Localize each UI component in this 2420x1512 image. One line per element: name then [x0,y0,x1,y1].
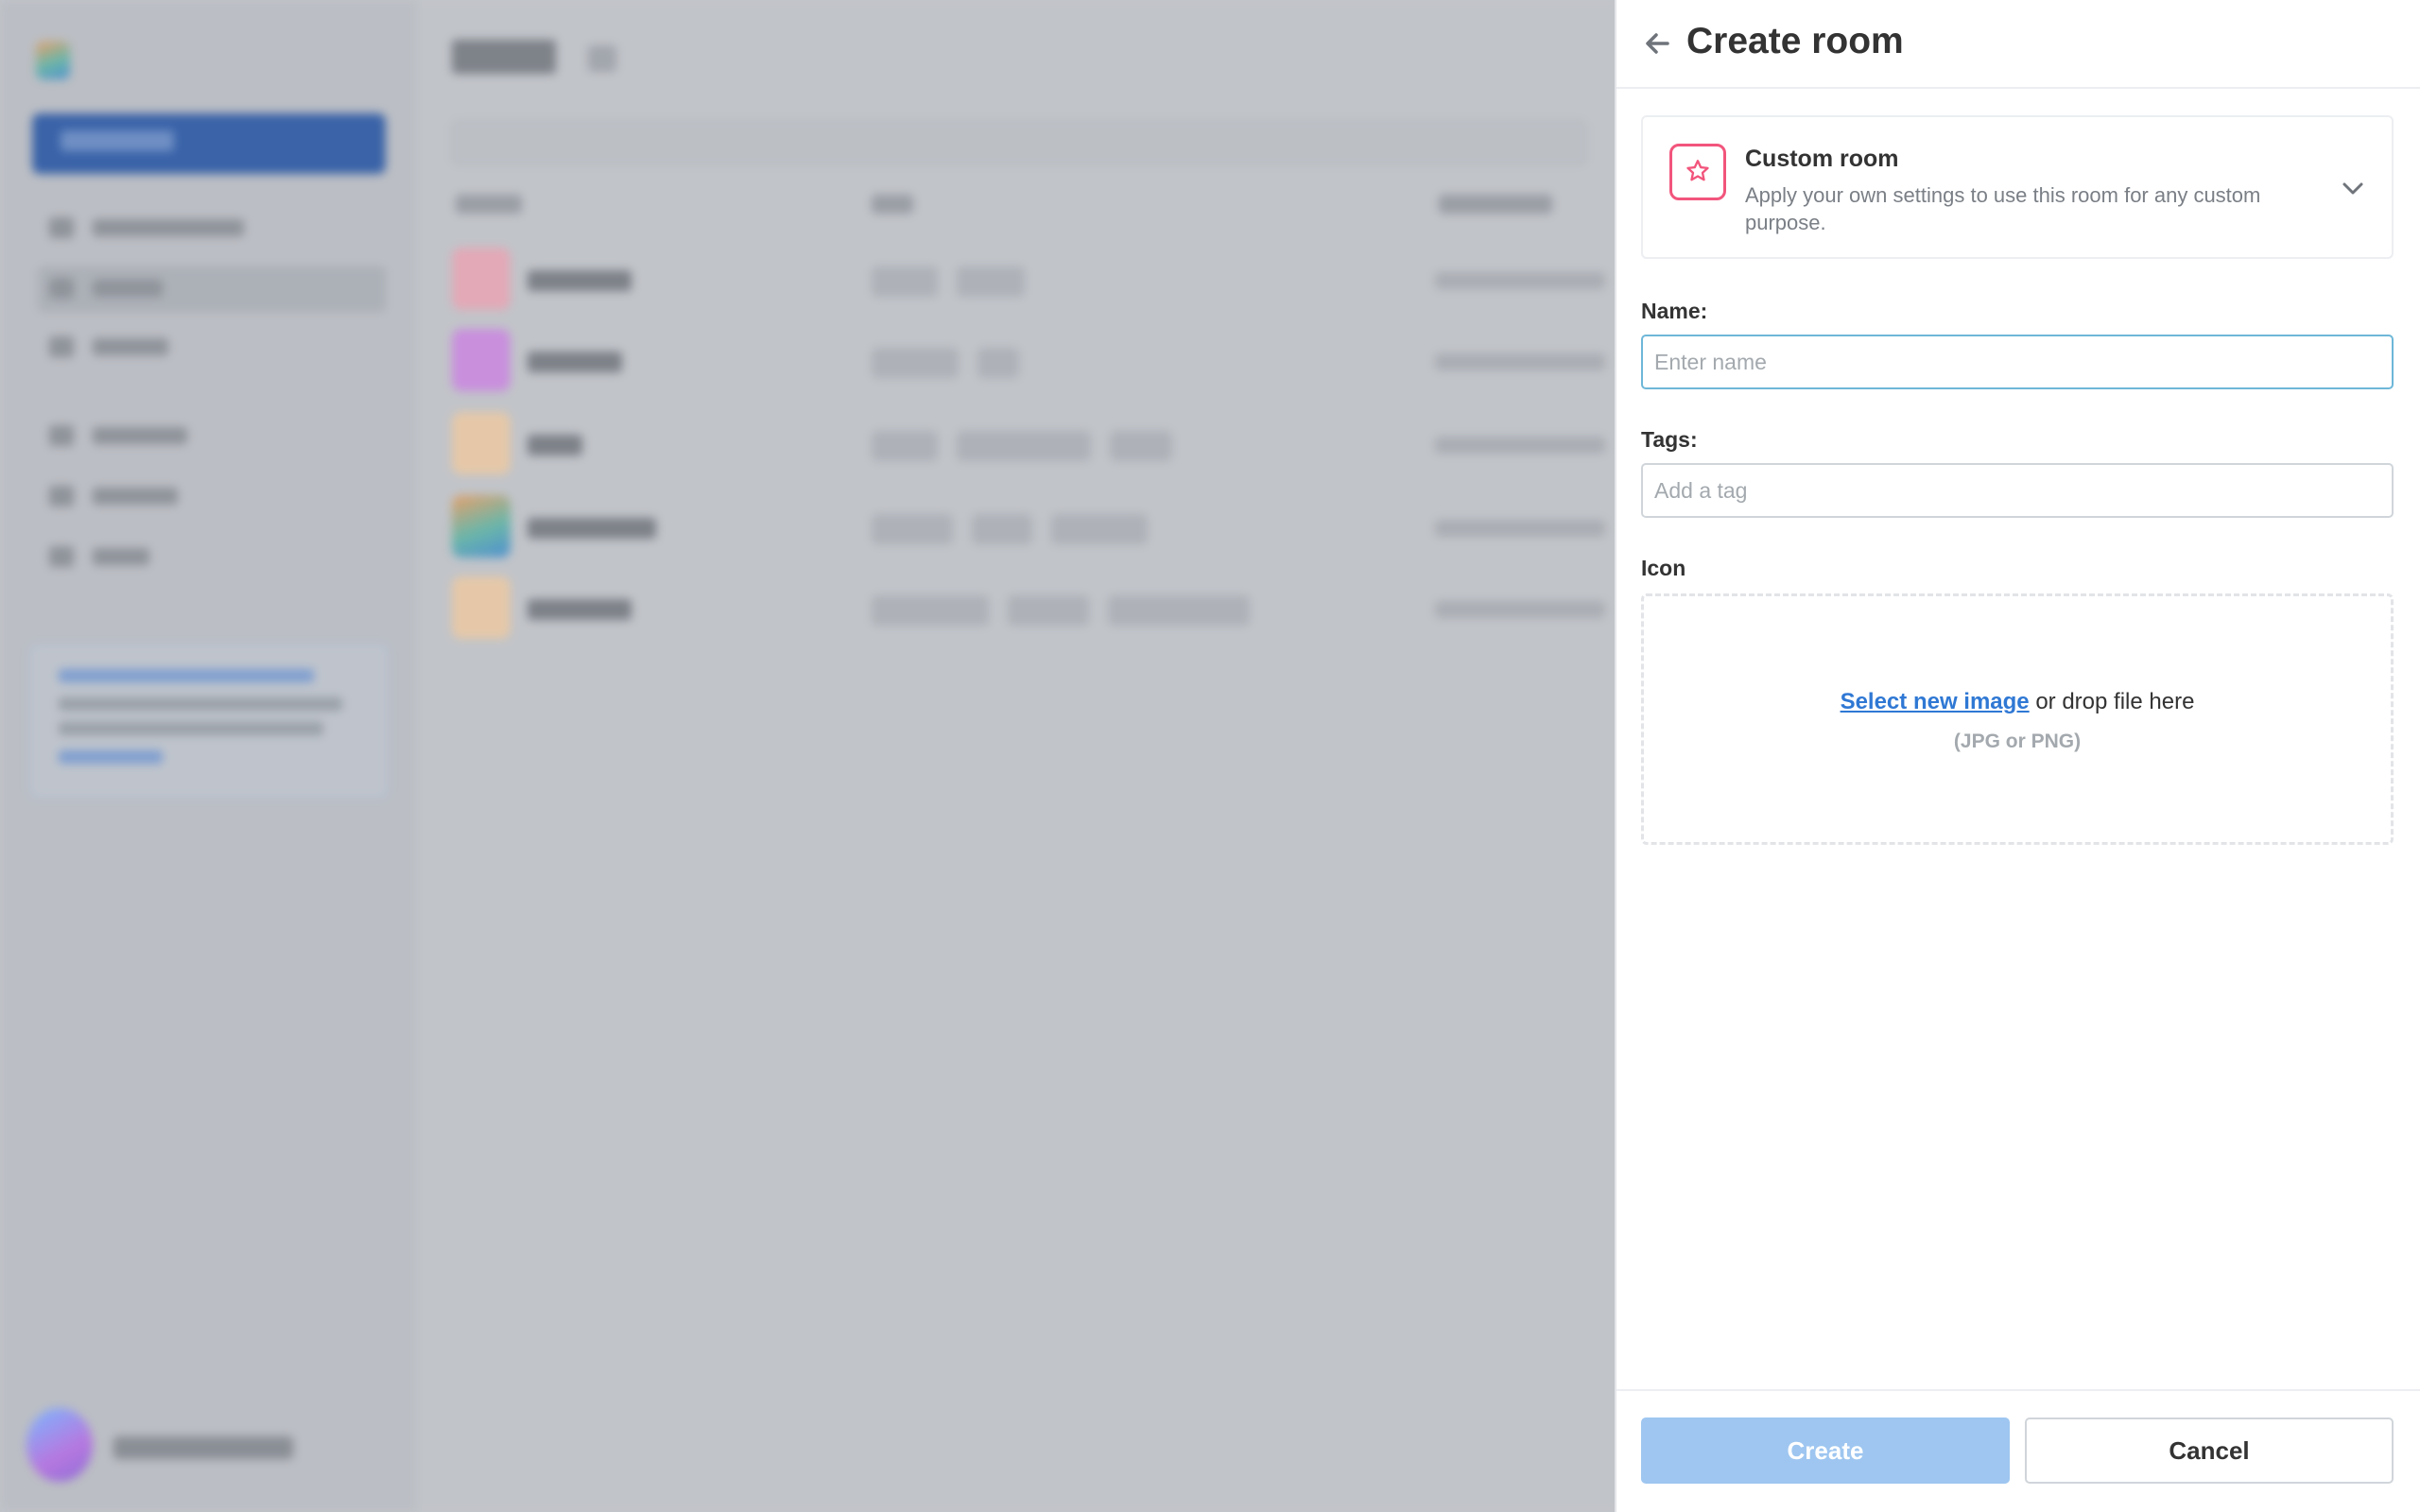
background-profile-name [113,1436,293,1459]
icon-dropzone[interactable]: Select new image or drop file here (JPG … [1641,593,2394,845]
app-logo-icon [36,42,70,79]
background-new-button [32,113,386,174]
room-type-description: Apply your own settings to use this room… [1745,183,2261,234]
background-sidebar [0,0,416,1512]
background-table-row [452,495,1605,561]
app-logo-wordmark [87,45,389,74]
background-avatar [26,1408,93,1482]
background-search-bar [452,121,1586,164]
icon-label: Icon [1641,556,1686,580]
background-page-title [452,40,556,74]
background-column-header [872,195,913,214]
name-label: Name: [1641,299,1708,323]
cancel-button[interactable]: Cancel [2025,1418,2394,1484]
panel-header: Create room [1616,0,2420,89]
name-input[interactable] [1641,335,2394,389]
create-room-panel: Create room Custom room Apply your own s… [1615,0,2420,1512]
drop-file-text: or drop file here [2029,689,2195,714]
background-active-nav [38,266,386,312]
room-type-title: Custom room [1745,146,1899,172]
background-column-header [456,195,522,214]
background-table-row [452,248,1605,314]
select-new-image-link[interactable]: Select new image [1841,689,2030,714]
background-table-row [452,412,1605,478]
panel-title: Create room [1686,21,1904,61]
room-type-selector[interactable]: Custom room Apply your own settings to u… [1641,115,2394,259]
star-icon [1686,160,1709,181]
arrow-left-icon[interactable] [1639,25,1677,62]
room-type-icon-frame [1669,144,1726,200]
background-table-row [452,329,1605,395]
background-column-header [1439,195,1552,214]
tags-label: Tags: [1641,427,1698,452]
background-table-row [452,576,1605,643]
background-title-icon [588,45,616,72]
file-type-hint: (JPG or PNG) [1953,730,2082,752]
panel-footer: Create Cancel [1616,1389,2420,1512]
background-promo-card [28,643,389,799]
create-button[interactable]: Create [1641,1418,2010,1484]
tags-input[interactable] [1641,463,2394,518]
chevron-down-icon[interactable] [2339,174,2367,202]
dropzone-instructions: Select new image or drop file here [1644,689,2391,715]
